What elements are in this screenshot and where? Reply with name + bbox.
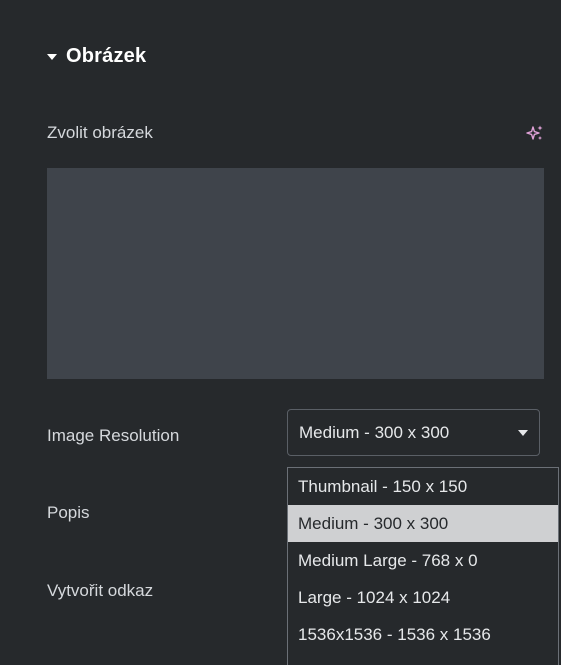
- resolution-dropdown-list: Thumbnail - 150 x 150 Medium - 300 x 300…: [287, 467, 559, 665]
- option-medium-large[interactable]: Medium Large - 768 x 0: [288, 542, 558, 579]
- image-resolution-select[interactable]: Medium - 300 x 300: [287, 409, 540, 456]
- option-thumbnail[interactable]: Thumbnail - 150 x 150: [288, 468, 558, 505]
- section-title: Obrázek: [66, 45, 147, 67]
- section-toggle-obrazek[interactable]: Obrázek: [47, 45, 146, 68]
- image-resolution-value: Medium - 300 x 300: [299, 422, 450, 442]
- caption-label: Popis: [47, 503, 90, 522]
- sparkle-ai-icon[interactable]: [526, 124, 544, 142]
- option-medium[interactable]: Medium - 300 x 300: [288, 505, 558, 542]
- caret-down-icon: [47, 54, 57, 60]
- option-large[interactable]: Large - 1024 x 1024: [288, 579, 558, 616]
- image-resolution-label: Image Resolution: [47, 426, 180, 445]
- image-placeholder[interactable]: [47, 168, 544, 379]
- option-1536[interactable]: 1536x1536 - 1536 x 1536: [288, 616, 558, 653]
- chevron-down-icon: [518, 430, 528, 436]
- link-label: Vytvořit odkaz: [47, 581, 154, 600]
- settings-panel: Obrázek Zvolit obrázek Image Resolution …: [0, 0, 561, 665]
- choose-image-label: Zvolit obrázek: [47, 123, 153, 142]
